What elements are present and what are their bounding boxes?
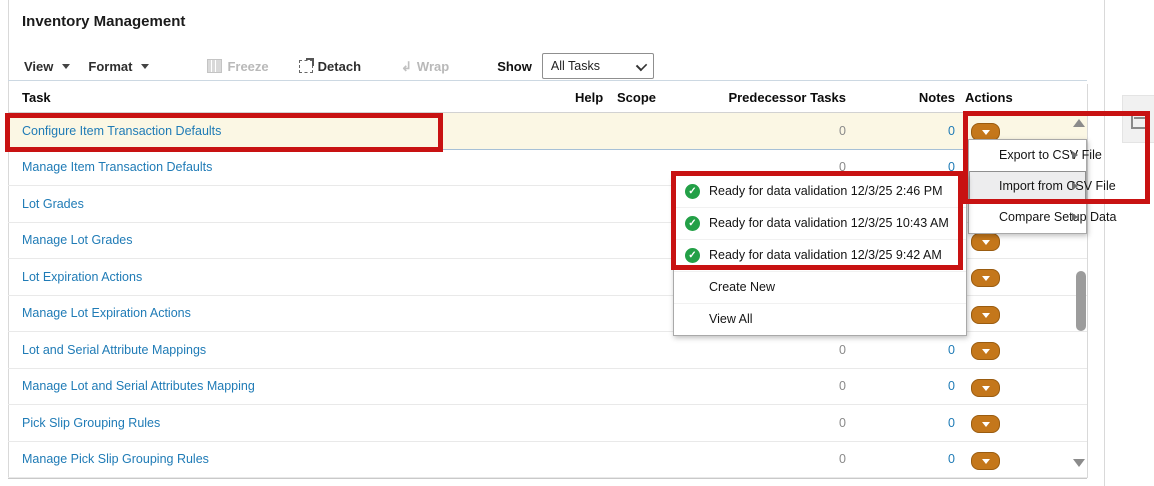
menu-item-label: Import from CSV File: [999, 179, 1116, 193]
notes-count-link[interactable]: 0: [860, 416, 955, 430]
predecessor-tasks-count: 0: [839, 415, 846, 430]
submenu-item[interactable]: View All: [674, 304, 966, 335]
column-header-help[interactable]: Help: [575, 90, 603, 105]
task-link[interactable]: Lot Expiration Actions: [22, 270, 142, 284]
freeze-icon: [207, 59, 223, 73]
menu-item-label: Compare Setup Data: [999, 210, 1117, 224]
submenu-item-label: Create New: [709, 280, 775, 294]
view-menu-label: View: [24, 58, 54, 74]
format-menu-button[interactable]: Format: [88, 58, 150, 74]
wrap-button: ↲ Wrap: [401, 59, 449, 74]
task-link[interactable]: Manage Lot Expiration Actions: [22, 306, 191, 320]
predecessor-tasks-count: 0: [839, 452, 846, 467]
predecessor-tasks-count: 0: [839, 379, 846, 394]
submenu-arrow-icon: [1072, 182, 1078, 190]
table-toolbar: View Format Freeze Detach ↲ Wrap Show Al…: [24, 52, 654, 80]
show-filter-select[interactable]: All Tasks: [541, 53, 654, 79]
pane-split-border: [1104, 0, 1105, 486]
show-filter-label: Show: [497, 58, 532, 74]
task-link[interactable]: Manage Item Transaction Defaults: [22, 160, 212, 174]
table-row[interactable]: Manage Pick Slip Grouping Rules 0 0: [8, 442, 1087, 478]
submenu-item-label: Ready for data validation 12/3/25 2:46 P…: [709, 184, 943, 198]
table-row[interactable]: Manage Lot and Serial Attributes Mapping…: [8, 369, 1087, 405]
actions-dropdown-button[interactable]: [971, 269, 1000, 287]
submenu-item-label: View All: [709, 312, 753, 326]
menu-item-label: Export to CSV File: [999, 148, 1102, 162]
inventory-management-page: Inventory Management View Format Freeze …: [0, 0, 1154, 486]
table-row[interactable]: Pick Slip Grouping Rules 0 0: [8, 405, 1087, 442]
task-link[interactable]: Configure Item Transaction Defaults: [22, 124, 221, 138]
predecessor-tasks-count: 0: [839, 160, 846, 175]
scrollbar-up-arrow-icon[interactable]: [1073, 119, 1085, 127]
task-link[interactable]: Pick Slip Grouping Rules: [22, 416, 160, 430]
notes-count-link[interactable]: 0: [860, 343, 955, 357]
scrollbar-down-arrow-icon[interactable]: [1073, 459, 1085, 467]
restore-pane-icon[interactable]: [1131, 113, 1149, 129]
table-bottom-border: [8, 478, 1087, 479]
actions-dropdown-menu: Export to CSV File Import from CSV File Co…: [968, 139, 1116, 234]
show-filter-value: All Tasks: [550, 59, 600, 73]
success-check-icon: ✓: [685, 216, 700, 231]
submenu-item-label: Ready for data validation 12/3/25 9:42 A…: [709, 248, 942, 262]
freeze-button: Freeze: [207, 58, 269, 74]
chevron-down-icon: [62, 63, 71, 69]
collapsed-pane-tab: [1122, 95, 1154, 143]
actions-dropdown-button[interactable]: [971, 378, 1000, 397]
column-header-task[interactable]: Task: [22, 90, 51, 105]
submenu-item-label: Ready for data validation 12/3/25 10:43 …: [709, 216, 949, 230]
notes-count-link[interactable]: 0: [860, 160, 955, 174]
column-header-actions[interactable]: Actions: [965, 90, 1013, 105]
task-link[interactable]: Manage Lot and Serial Attributes Mapping: [22, 379, 255, 393]
success-check-icon: ✓: [685, 248, 700, 263]
submenu-arrow-icon: [1072, 213, 1078, 221]
menu-item[interactable]: Import from CSV File: [969, 171, 1116, 202]
notes-count-link[interactable]: 0: [860, 379, 955, 393]
format-menu-label: Format: [88, 58, 133, 74]
submenu-item[interactable]: Create New: [674, 272, 966, 304]
actions-dropdown-button[interactable]: [971, 342, 1000, 360]
actions-dropdown-button[interactable]: [971, 232, 1000, 251]
column-header-predecessor-tasks[interactable]: Predecessor Tasks: [700, 90, 846, 105]
actions-dropdown-button[interactable]: [971, 305, 1000, 324]
menu-item[interactable]: Export to CSV File: [969, 140, 1102, 171]
page-title: Inventory Management: [22, 13, 186, 30]
actions-dropdown-button[interactable]: [971, 415, 1000, 433]
submenu-arrow-icon: [1072, 151, 1078, 159]
task-link[interactable]: Lot and Serial Attribute Mappings: [22, 343, 206, 357]
success-check-icon: ✓: [685, 184, 700, 199]
menu-item[interactable]: Compare Setup Data: [969, 202, 1116, 233]
notes-count-link[interactable]: 0: [860, 452, 955, 466]
submenu-item[interactable]: ✓ Ready for data validation 12/3/25 10:43…: [674, 208, 966, 240]
table-row[interactable]: Lot and Serial Attribute Mappings 0 0: [8, 332, 1087, 369]
wrap-icon: ↲: [401, 58, 412, 74]
task-link[interactable]: Lot Grades: [22, 197, 84, 211]
detach-label: Detach: [317, 58, 362, 74]
chevron-down-icon: [635, 59, 648, 72]
import-csv-submenu: ✓ Ready for data validation 12/3/25 2:46 …: [673, 175, 967, 336]
predecessor-tasks-count: 0: [839, 342, 846, 357]
toolbar-bottom-border: [8, 80, 1087, 81]
task-link[interactable]: Manage Lot Grades: [22, 233, 133, 247]
detach-icon: [298, 57, 314, 73]
freeze-label: Freeze: [227, 58, 269, 74]
view-menu-button[interactable]: View: [24, 58, 71, 74]
notes-count-link[interactable]: 0: [860, 124, 955, 138]
detach-button[interactable]: Detach: [298, 57, 362, 74]
submenu-item[interactable]: ✓ Ready for data validation 12/3/25 2:46 …: [674, 176, 966, 208]
submenu-item[interactable]: ✓ Ready for data validation 12/3/25 9:42 …: [674, 240, 966, 272]
column-header-scope[interactable]: Scope: [617, 90, 656, 105]
table-row[interactable]: Configure Item Transaction Defaults 0 0: [8, 113, 1087, 150]
actions-dropdown-button[interactable]: [971, 451, 1000, 470]
column-header-notes[interactable]: Notes: [880, 90, 955, 105]
scrollbar-thumb[interactable]: [1076, 271, 1086, 331]
task-link[interactable]: Manage Pick Slip Grouping Rules: [22, 452, 209, 466]
wrap-label: Wrap: [416, 58, 450, 74]
predecessor-tasks-count: 0: [839, 123, 846, 138]
chevron-down-icon: [141, 63, 150, 69]
